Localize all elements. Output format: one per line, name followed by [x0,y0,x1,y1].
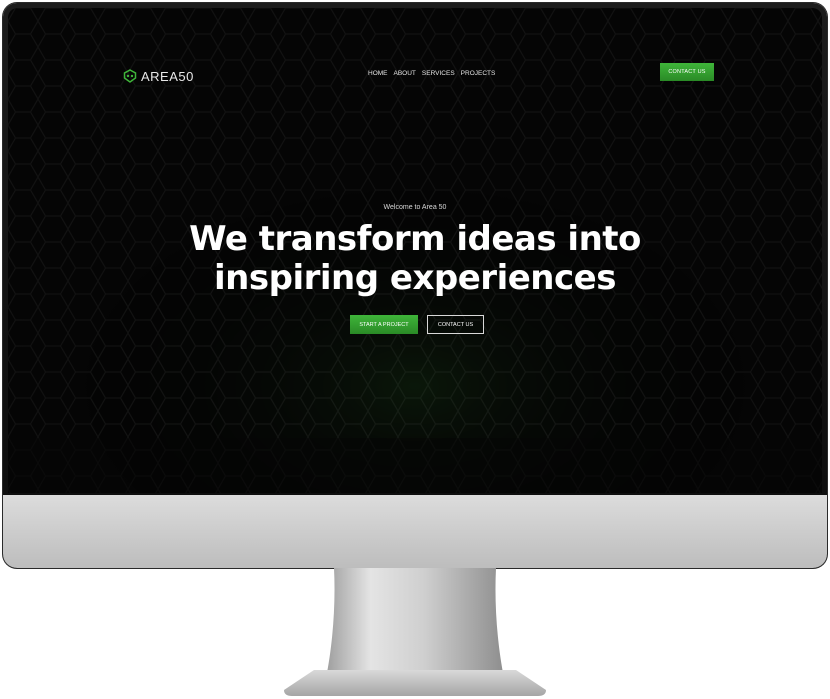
brand-logo[interactable]: AREA50 [123,67,194,85]
monitor-stand-neck [326,568,504,678]
brand-name: AREA50 [141,68,194,84]
alien-head-icon [123,69,137,83]
nav-link-projects[interactable]: PROJECTS [461,70,496,77]
nav-link-services[interactable]: SERVICES [422,70,455,77]
hero-title: We transform ideas into inspiring experi… [8,220,822,298]
hero-title-line-1: We transform ideas into [189,219,641,259]
nav-contact-button[interactable]: CONTACT US [660,63,714,81]
nav-link-about[interactable]: ABOUT [394,70,416,77]
nav-link-home[interactable]: HOME [368,70,388,77]
website-screen: AREA50 HOME ABOUT SERVICES PROJECTS CONT… [8,8,822,493]
main-nav: HOME ABOUT SERVICES PROJECTS [368,70,495,77]
hero-kicker: Welcome to Area 50 [383,204,447,211]
start-project-button[interactable]: START A PROJECT [350,315,418,334]
hero-title-line-2: inspiring experiences [214,258,616,298]
monitor-bezel: AREA50 HOME ABOUT SERVICES PROJECTS CONT… [3,3,827,568]
monitor-chin [3,495,827,568]
hero-contact-button[interactable]: CONTACT US [427,315,484,334]
monitor-stand-base [284,670,546,696]
